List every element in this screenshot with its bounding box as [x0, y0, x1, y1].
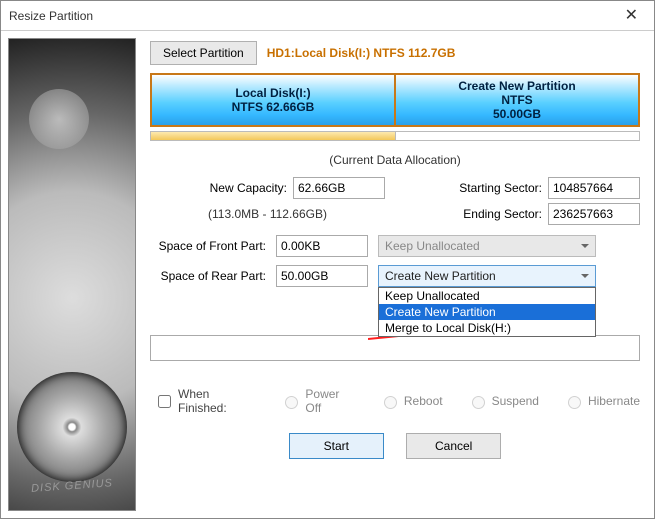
close-icon[interactable]: ✕ [617, 1, 646, 31]
new-capacity-input[interactable] [293, 177, 385, 199]
cancel-button[interactable]: Cancel [406, 433, 501, 459]
reboot-radio [384, 396, 397, 409]
rear-mode-dropdown-list: Keep Unallocated Create New Partition Me… [378, 287, 596, 337]
sidebar-disk-image: DISK GENIUS [8, 38, 136, 511]
selected-disk-label: HD1:Local Disk(I:) NTFS 112.7GB [267, 46, 456, 60]
when-finished-label: When Finished: [178, 387, 256, 415]
space-rear-label: Space of Rear Part: [150, 269, 266, 283]
rear-mode-selected[interactable]: Create New Partition [378, 265, 596, 287]
window-title: Resize Partition [9, 1, 93, 31]
space-rear-input[interactable] [276, 265, 368, 287]
starting-sector-label: Starting Sector: [452, 181, 542, 195]
suspend-radio [472, 396, 485, 409]
allocation-caption: (Current Data Allocation) [150, 153, 640, 167]
poweroff-radio [285, 396, 298, 409]
rear-mode-option-create[interactable]: Create New Partition [379, 304, 595, 320]
when-finished-checkbox[interactable] [158, 395, 171, 408]
ending-sector-label: Ending Sector: [452, 207, 542, 221]
rear-mode-option-merge[interactable]: Merge to Local Disk(H:) [379, 320, 595, 336]
hibernate-radio [568, 396, 581, 409]
partition-segment-new[interactable]: Create New Partition NTFS 50.00GB [396, 75, 638, 125]
select-partition-button[interactable]: Select Partition [150, 41, 257, 65]
space-front-input[interactable] [276, 235, 368, 257]
front-mode-select: Keep Unallocated [378, 235, 596, 257]
space-front-label: Space of Front Part: [150, 239, 266, 253]
capacity-range: (113.0MB - 112.66GB) [150, 207, 385, 221]
new-capacity-label: New Capacity: [197, 181, 287, 195]
allocation-bar [150, 131, 640, 141]
rear-mode-select[interactable]: Create New Partition Keep Unallocated Cr… [378, 265, 596, 287]
partition-bar[interactable]: Local Disk(I:) NTFS 62.66GB Create New P… [150, 73, 640, 127]
starting-sector-input[interactable] [548, 177, 640, 199]
status-input[interactable] [150, 335, 640, 361]
title-bar: Resize Partition ✕ [1, 1, 654, 31]
rear-mode-option-keep[interactable]: Keep Unallocated [379, 288, 595, 304]
partition-segment-local[interactable]: Local Disk(I:) NTFS 62.66GB [152, 75, 396, 125]
start-button[interactable]: Start [289, 433, 384, 459]
ending-sector-input[interactable] [548, 203, 640, 225]
